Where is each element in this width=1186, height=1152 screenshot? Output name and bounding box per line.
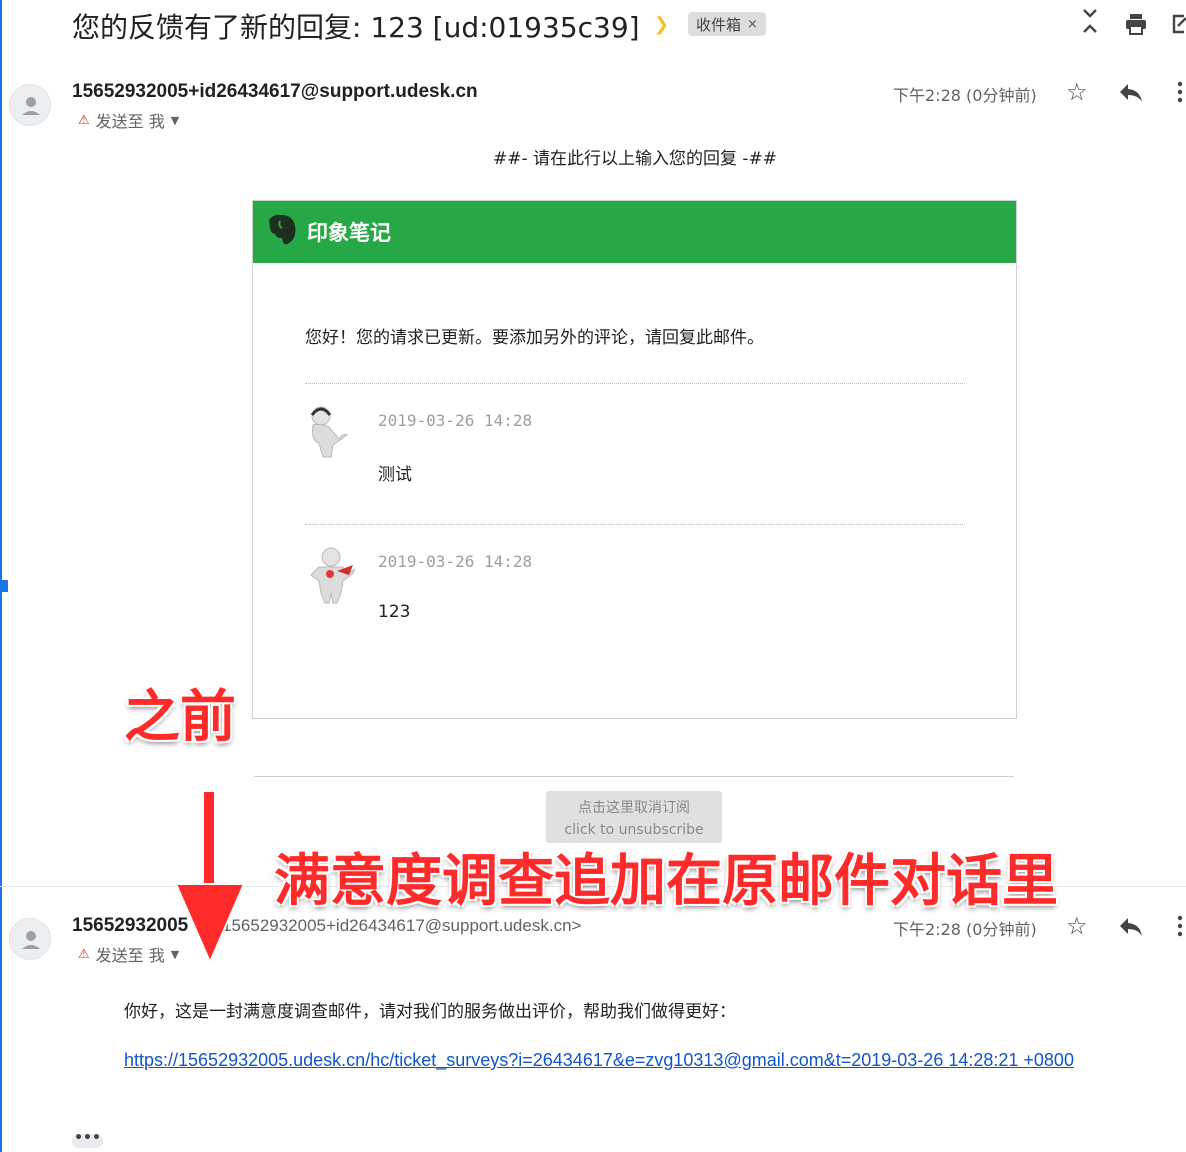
survey-link[interactable]: https://15652932005.udesk.cn/hc/ticket_s… bbox=[124, 1046, 1124, 1075]
comment-divider bbox=[305, 383, 965, 384]
left-edge-marker bbox=[0, 580, 8, 592]
details-dropdown-icon[interactable]: ▼ bbox=[171, 114, 179, 127]
comment-date: 2019-03-26 14:28 bbox=[378, 552, 533, 571]
brand-name: 印象笔记 bbox=[307, 221, 391, 245]
message-time: 下午2:28 (0分钟前) bbox=[893, 920, 1037, 939]
more-options-icon[interactable] bbox=[1176, 80, 1184, 110]
unverified-sender-icon: ⚠ bbox=[78, 112, 90, 128]
unverified-sender-icon: ⚠ bbox=[78, 946, 90, 962]
left-edge-bar bbox=[0, 0, 2, 1152]
inbox-label-text: 收件箱 bbox=[696, 15, 742, 34]
recipient-text: 发送至 我 bbox=[95, 946, 165, 965]
comment-divider bbox=[305, 524, 965, 525]
notification-card: 印象笔记 您好！您的请求已更新。要添加另外的评论，请回复此邮件。 2019-03… bbox=[252, 200, 1017, 719]
email-subject: 您的反馈有了新的回复: 123 [ud:01935c39] bbox=[72, 11, 640, 44]
recipient-line[interactable]: ⚠ 发送至 我 ▼ bbox=[78, 108, 179, 132]
sender-name[interactable]: 15652932005 bbox=[72, 915, 188, 937]
comment-date: 2019-03-26 14:28 bbox=[378, 411, 533, 430]
show-trimmed-content-button[interactable]: ••• bbox=[72, 1131, 103, 1148]
annotation-down-arrow-icon bbox=[174, 792, 246, 965]
sender-address: 15652932005+id26434617@support.udesk.cn> bbox=[222, 916, 582, 935]
reply-icon[interactable] bbox=[1118, 80, 1144, 110]
elephant-logo-icon bbox=[265, 212, 299, 252]
more-options-icon[interactable] bbox=[1176, 914, 1184, 944]
reply-icon[interactable] bbox=[1118, 914, 1144, 944]
recipient-line[interactable]: ⚠ 发送至 我 ▼ bbox=[78, 942, 179, 966]
card-intro-text: 您好！您的请求已更新。要添加另外的评论，请回复此邮件。 bbox=[305, 328, 764, 348]
reply-above-marker: ##- 请在此行以上输入您的回复 -## bbox=[492, 149, 778, 169]
annotation-before: 之前 bbox=[124, 685, 236, 750]
agent-headset-avatar bbox=[303, 403, 359, 459]
footer-divider bbox=[254, 776, 1014, 777]
remove-label-icon[interactable]: × bbox=[747, 17, 758, 32]
inbox-label-chip[interactable]: 收件箱 × bbox=[688, 12, 766, 36]
unsubscribe-label-zh: 点击这里取消订阅 bbox=[578, 800, 690, 816]
star-icon[interactable]: ☆ bbox=[1066, 78, 1088, 106]
comment-text: 123 bbox=[378, 602, 411, 622]
importance-marker-icon[interactable]: ❯ bbox=[654, 14, 669, 35]
recipient-text: 发送至 我 bbox=[95, 112, 165, 131]
annotation-main: 满意度调查追加在原邮件对话里 bbox=[274, 849, 1058, 914]
message-time: 下午2:28 (0分钟前) bbox=[893, 86, 1037, 105]
collapse-expand-icon[interactable] bbox=[1080, 6, 1100, 43]
survey-intro-text: 你好，这是一封满意度调查邮件，请对我们的服务做出评价，帮助我们做得更好： bbox=[124, 1002, 736, 1022]
sender-avatar[interactable] bbox=[9, 918, 51, 960]
print-icon[interactable] bbox=[1124, 12, 1148, 43]
open-new-window-icon[interactable] bbox=[1172, 12, 1186, 43]
customer-avatar bbox=[303, 545, 359, 604]
sender-avatar[interactable] bbox=[9, 84, 51, 126]
card-header: 印象笔记 bbox=[253, 201, 1016, 263]
comment-text: 测试 bbox=[378, 465, 412, 485]
star-icon[interactable]: ☆ bbox=[1066, 912, 1088, 940]
sender-name[interactable]: 15652932005+id26434617@support.udesk.cn bbox=[72, 81, 478, 103]
